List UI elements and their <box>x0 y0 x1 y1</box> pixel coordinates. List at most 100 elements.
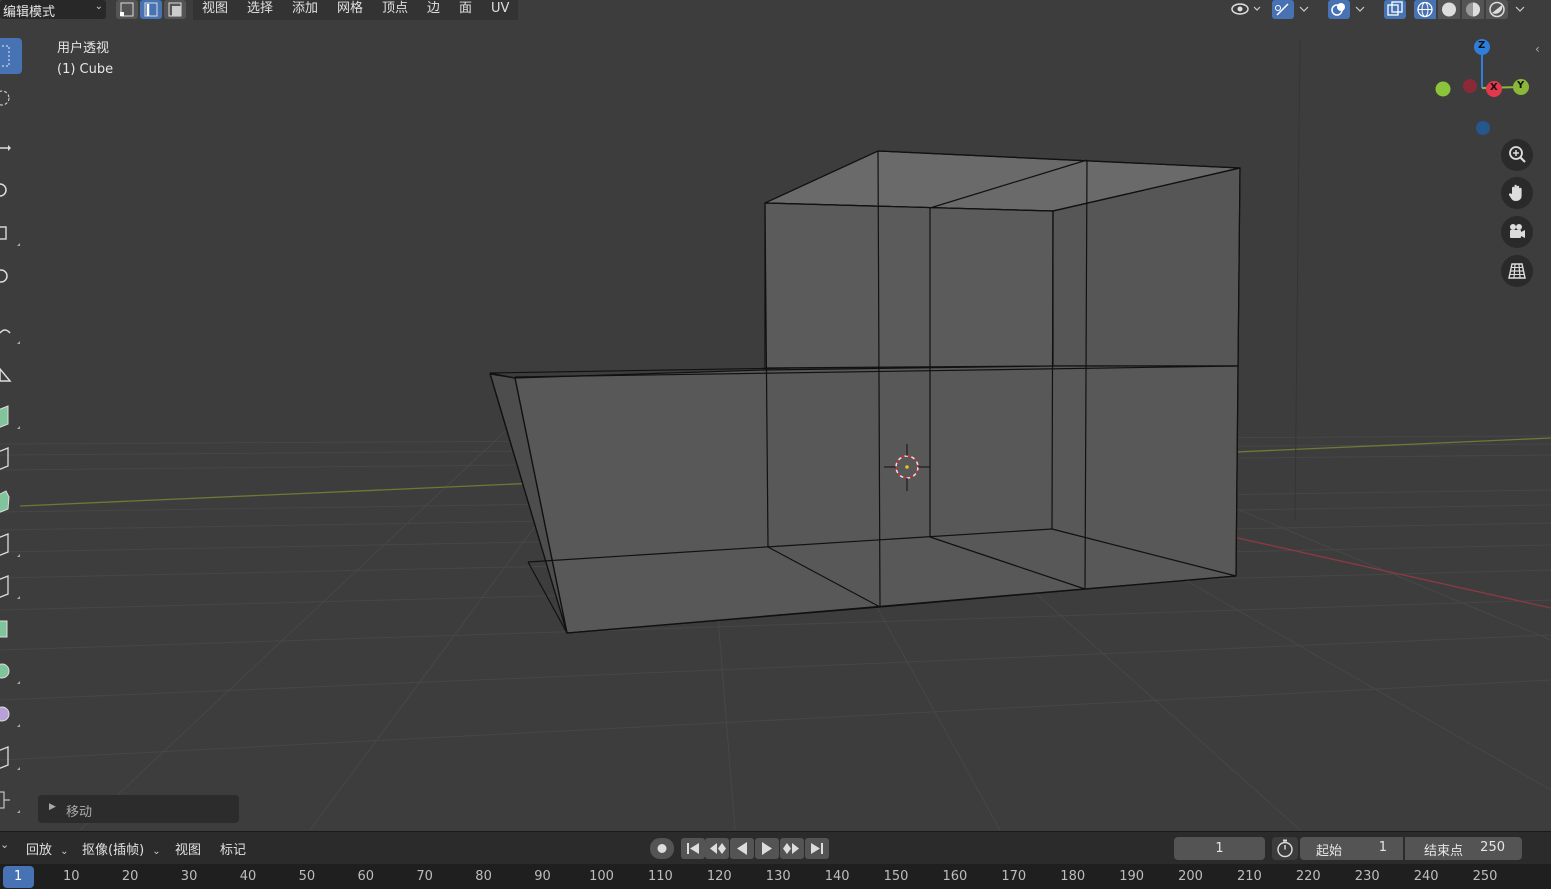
extrude-icon <box>0 405 20 429</box>
sidebar-collapse-arrow[interactable]: ‹ <box>1535 42 1540 56</box>
menu-uv[interactable]: UV <box>491 0 509 20</box>
tool-loop-cut[interactable] <box>0 526 22 562</box>
move-icon <box>0 145 11 151</box>
face-select-icon <box>168 2 182 17</box>
annotate-icon <box>0 329 20 344</box>
chevron-down-icon: ⌄ <box>60 846 69 857</box>
keying-menu[interactable]: 抠像(插帧) ⌄ <box>82 839 161 858</box>
end-value: 250 <box>1480 840 1505 855</box>
shrink-fatten-icon <box>0 791 20 813</box>
tool-transform[interactable] <box>0 258 22 294</box>
edge-select-button[interactable] <box>140 0 162 19</box>
camera-view-button[interactable] <box>1501 216 1533 248</box>
ruler-tick-label: 180 <box>1060 869 1086 884</box>
tool-measure[interactable] <box>0 355 22 391</box>
face-select-button[interactable] <box>164 0 186 19</box>
visibility-dropdown[interactable] <box>1228 0 1264 19</box>
tool-spin[interactable] <box>0 653 22 689</box>
tool-inset[interactable] <box>0 440 22 476</box>
mode-label: 编辑模式 <box>3 5 56 20</box>
overlay-icon <box>1331 3 1345 16</box>
shading-dropdown[interactable] <box>1512 0 1528 19</box>
rotate-icon <box>0 183 7 197</box>
next-keyframe-button[interactable] <box>780 838 804 859</box>
chevron-down-icon: ⌄ <box>152 846 161 857</box>
start-frame-field[interactable]: 起始 1 <box>1300 837 1403 860</box>
overlay-dropdown[interactable] <box>1352 0 1368 19</box>
inset-icon <box>0 447 9 470</box>
keying-label: 抠像(插帧) <box>82 843 145 858</box>
menu-edge[interactable]: 边 <box>427 0 440 20</box>
tool-bevel[interactable] <box>0 483 22 519</box>
tool-rotate[interactable] <box>0 172 22 208</box>
operator-label: 移动 <box>66 805 93 820</box>
vertex-select-button[interactable] <box>116 0 138 19</box>
end-frame-field[interactable]: 结束点 250 <box>1405 837 1522 860</box>
tool-knife[interactable] <box>0 568 22 604</box>
preview-range-button[interactable] <box>1272 837 1298 860</box>
tool-edge-slide[interactable] <box>0 739 22 775</box>
shading-material-button[interactable] <box>1462 0 1484 19</box>
shading-wireframe-button[interactable] <box>1414 0 1436 19</box>
menu-mesh[interactable]: 网格 <box>337 0 363 20</box>
last-operator-panel[interactable]: ▶ 移动 <box>38 795 239 823</box>
smooth-icon <box>0 706 20 727</box>
play-button[interactable] <box>755 838 779 859</box>
current-frame-field[interactable]: 1 <box>1174 837 1265 860</box>
overlay-toggle-button[interactable] <box>1328 0 1350 19</box>
menu-add[interactable]: 添加 <box>292 0 318 20</box>
current-frame-indicator[interactable]: 1 <box>3 866 34 888</box>
viewport-3d[interactable] <box>0 20 1551 831</box>
timeline-marker-menu[interactable]: 标记 <box>220 839 246 858</box>
bevel-icon <box>0 490 10 513</box>
viewport-header: 编辑模式 ⌄ 视图 选择 添加 网格 顶点 边 面 UV <box>0 0 1551 20</box>
menu-vertex[interactable]: 顶点 <box>382 0 408 20</box>
menu-face[interactable]: 面 <box>459 0 472 20</box>
ruler-tick-label: 250 <box>1472 869 1498 884</box>
vertex-select-icon <box>120 2 134 17</box>
ruler-tick-label: 160 <box>942 869 968 884</box>
jump-end-button[interactable] <box>805 838 829 859</box>
menu-view[interactable]: 视图 <box>202 0 228 20</box>
tool-shrink-fatten[interactable] <box>0 782 22 818</box>
prev-keyframe-icon <box>710 843 726 854</box>
menu-select[interactable]: 选择 <box>247 0 273 20</box>
ruler-tick-label: 200 <box>1178 869 1203 884</box>
ruler-tick-label: 230 <box>1354 869 1380 884</box>
playback-label: 回放 <box>26 843 53 858</box>
play-reverse-button[interactable] <box>730 838 754 859</box>
shading-rendered-button[interactable] <box>1486 0 1508 19</box>
tool-smooth[interactable] <box>0 696 22 732</box>
pan-view-button[interactable] <box>1501 177 1533 209</box>
grid-perspective-icon <box>1508 263 1526 279</box>
ruler-tick-label: 100 <box>589 869 614 884</box>
timeline-view-menu[interactable]: 视图 <box>175 839 201 858</box>
play-icon <box>762 842 772 855</box>
gizmo-z-label: Z <box>1478 40 1486 51</box>
ruler-tick-label: 20 <box>121 869 139 884</box>
playback-menu[interactable]: 回放 ⌄ <box>26 839 69 858</box>
ortho-toggle-button[interactable] <box>1501 255 1533 287</box>
jump-end-icon <box>811 843 823 854</box>
tool-extrude[interactable] <box>0 398 22 434</box>
gizmo-dropdown[interactable] <box>1296 0 1312 19</box>
timeline-editor-chevron[interactable]: ⌄ <box>0 838 9 851</box>
prev-keyframe-button[interactable] <box>705 838 729 859</box>
xray-toggle-button[interactable] <box>1384 0 1406 19</box>
current-frame-value: 1 <box>1215 841 1224 856</box>
shading-solid-button[interactable] <box>1438 0 1460 19</box>
edge-select-icon <box>144 2 158 17</box>
tool-cursor[interactable] <box>0 80 22 116</box>
tool-poly-build[interactable] <box>0 611 22 647</box>
mode-dropdown[interactable]: 编辑模式 ⌄ <box>0 0 106 20</box>
next-keyframe-icon <box>783 843 799 854</box>
tool-scale[interactable] <box>0 215 22 251</box>
edge-slide-icon <box>0 746 20 770</box>
auto-keying-button[interactable] <box>650 838 674 859</box>
tool-annotate[interactable] <box>0 313 22 349</box>
gizmo-toggle-button[interactable] <box>1272 0 1294 19</box>
tool-move[interactable] <box>0 130 22 166</box>
jump-start-button[interactable] <box>681 838 705 859</box>
zoom-view-button[interactable] <box>1501 139 1533 171</box>
tool-select-box[interactable] <box>0 38 22 74</box>
